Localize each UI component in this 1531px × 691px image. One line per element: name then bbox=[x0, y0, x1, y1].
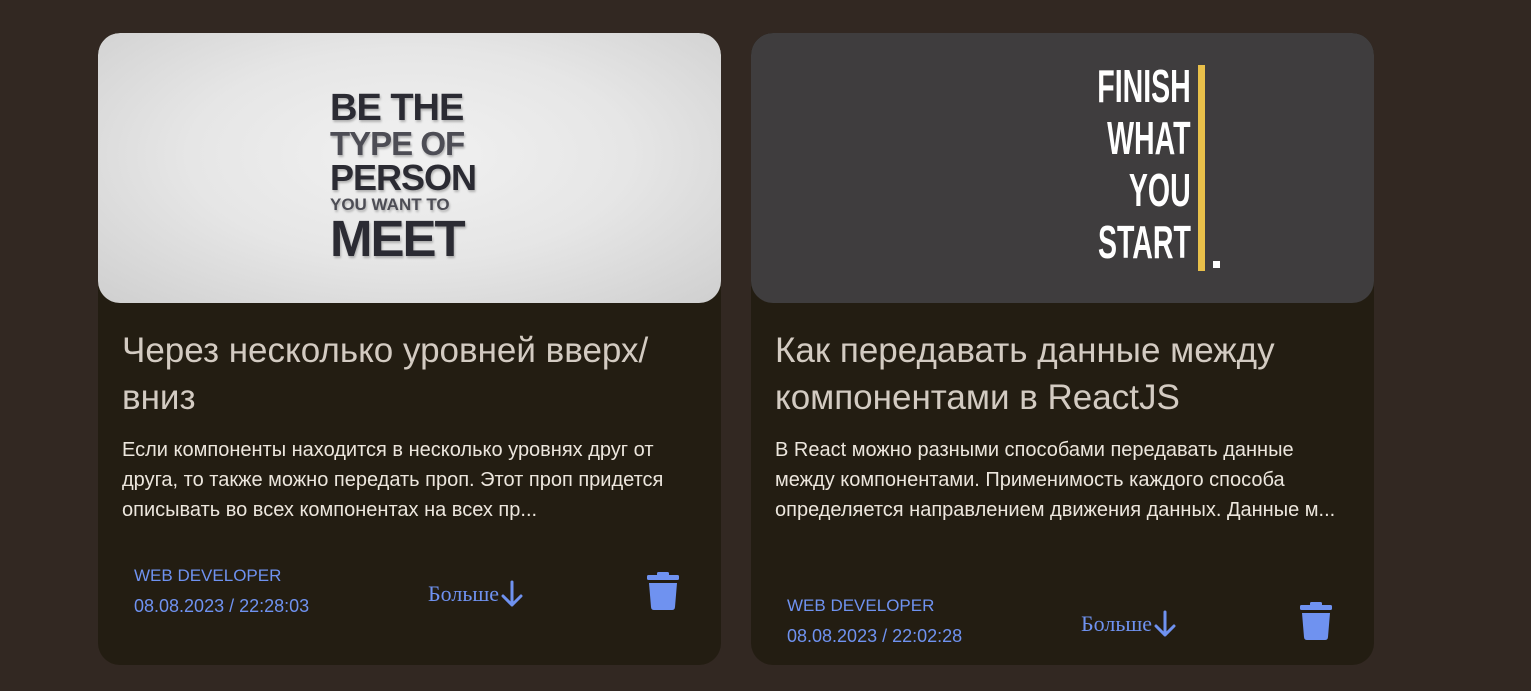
poster-line: YOU bbox=[1129, 164, 1191, 216]
post-date: 08.08.2023 / 22:28:03 bbox=[134, 596, 310, 616]
post-meta: WEB DEVELOPER 08.08.2023 / 22:28:03 bbox=[134, 561, 309, 621]
poster-line: BE THE bbox=[330, 87, 464, 129]
poster-accent-bar bbox=[1198, 65, 1205, 271]
trash-icon[interactable] bbox=[646, 572, 680, 610]
post-card: FINISH WHAT YOU START Как передавать дан… bbox=[751, 33, 1374, 665]
arrow-down-icon bbox=[1154, 610, 1176, 637]
post-cover-image: FINISH WHAT YOU START bbox=[751, 33, 1374, 303]
more-button[interactable]: Больше bbox=[428, 579, 524, 609]
poster-line: WHAT bbox=[1107, 112, 1191, 164]
poster-line: MEET bbox=[330, 210, 466, 267]
post-cover-image: BE THE TYPE OF PERSON YOU WANT TO MEET bbox=[98, 33, 721, 303]
post-author: WEB DEVELOPER bbox=[787, 596, 935, 615]
more-button[interactable]: Больше bbox=[1081, 609, 1177, 639]
post-meta: WEB DEVELOPER 08.08.2023 / 22:02:28 bbox=[787, 591, 962, 651]
post-card: BE THE TYPE OF PERSON YOU WANT TO MEET Ч… bbox=[98, 33, 721, 665]
poster-text: BE THE TYPE OF PERSON YOU WANT TO MEET bbox=[330, 89, 490, 264]
arrow-down-icon bbox=[501, 580, 523, 607]
post-excerpt: В React можно разными способами передава… bbox=[775, 439, 1336, 521]
post-author: WEB DEVELOPER bbox=[134, 566, 282, 585]
poster-line: PERSON bbox=[330, 157, 477, 198]
post-title: Через несколько уровней вверх/ вниз bbox=[122, 331, 649, 417]
more-button-label: Больше bbox=[1081, 611, 1153, 636]
more-button-label: Больше bbox=[428, 581, 500, 606]
post-title: Как передавать данные между компонентами… bbox=[775, 331, 1275, 417]
post-excerpt: Если компоненты находится в несколько ур… bbox=[122, 439, 664, 521]
poster-line: FINISH bbox=[1097, 60, 1191, 112]
poster-period bbox=[1213, 261, 1220, 268]
poster-line: TYPE OF bbox=[330, 125, 465, 162]
trash-icon[interactable] bbox=[1299, 602, 1333, 640]
poster-line: START bbox=[1098, 216, 1191, 268]
post-date: 08.08.2023 / 22:02:28 bbox=[787, 626, 963, 646]
